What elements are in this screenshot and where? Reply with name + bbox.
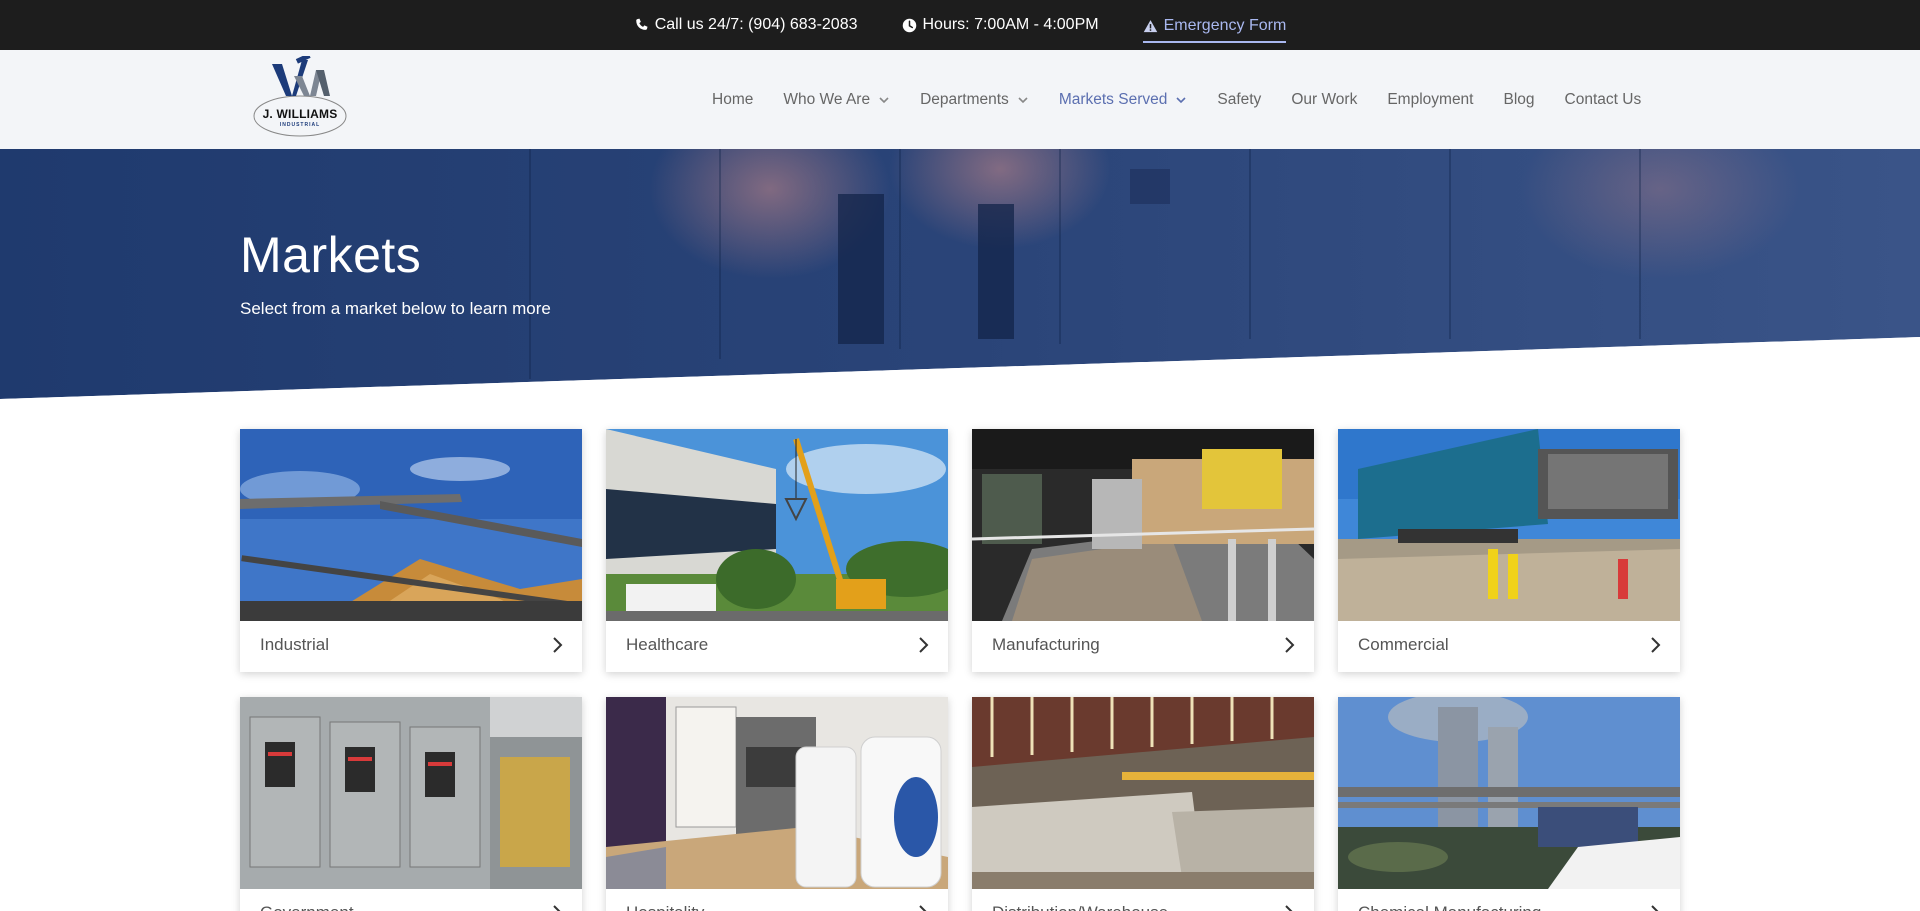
hero-banner: Markets Select from a market below to le… xyxy=(0,149,1920,399)
nav-item-blog[interactable]: Blog xyxy=(1504,91,1535,109)
nav-item-markets-served[interactable]: Markets Served xyxy=(1059,91,1188,109)
chevron-right-icon xyxy=(1285,637,1295,653)
nav-item-label: Departments xyxy=(920,90,1009,108)
nav-item-home[interactable]: Home xyxy=(712,91,753,109)
nav-item-contact-us[interactable]: Contact Us xyxy=(1565,91,1642,109)
nav-item-label: Employment xyxy=(1387,90,1474,108)
clock-icon xyxy=(902,18,916,32)
warning-icon xyxy=(1143,19,1157,32)
chevron-right-icon xyxy=(919,905,927,911)
chevron-right-icon xyxy=(553,905,561,911)
page-title: Markets xyxy=(240,227,422,283)
market-card-industrial[interactable]: Industrial xyxy=(240,429,582,672)
market-label: Manufacturing xyxy=(992,635,1100,654)
chevron-down-icon xyxy=(879,96,889,103)
top-bar: Call us 24/7: (904) 683-2083 Hours: 7:00… xyxy=(0,0,1920,50)
hours-label: Hours: 7:00AM - 4:00PM xyxy=(922,16,1099,33)
market-image xyxy=(606,697,948,889)
market-card-chemical-manufacturing[interactable]: Chemical Manufacturing xyxy=(1338,697,1680,911)
market-image xyxy=(240,697,582,889)
market-label: Distribution/Warehouse xyxy=(992,903,1168,911)
market-card-distribution-warehouse[interactable]: Distribution/Warehouse xyxy=(972,697,1314,911)
phone-icon xyxy=(635,18,648,30)
market-label: Commercial xyxy=(1358,635,1449,654)
nav-item-our-work[interactable]: Our Work xyxy=(1291,91,1357,109)
chevron-right-icon xyxy=(553,637,563,653)
company-logo[interactable]: J. WILLIAMS INDUSTRIAL xyxy=(252,53,348,138)
chevron-right-icon xyxy=(919,637,929,653)
market-label: Healthcare xyxy=(626,635,709,654)
market-image xyxy=(972,697,1314,889)
market-label: Government xyxy=(260,903,354,911)
market-label: Hospitality xyxy=(626,903,704,911)
main-nav: Home Who We Are Departments Markets Serv… xyxy=(712,50,1641,149)
market-image xyxy=(972,429,1314,621)
nav-item-label: Our Work xyxy=(1291,90,1358,108)
market-card-government[interactable]: Government xyxy=(240,697,582,911)
nav-item-safety[interactable]: Safety xyxy=(1217,91,1261,109)
emergency-form-link[interactable]: Emergency Form xyxy=(1142,11,1287,43)
nav-item-label: Safety xyxy=(1217,90,1262,108)
nav-item-departments[interactable]: Departments xyxy=(920,91,1029,109)
market-label: Industrial xyxy=(260,635,329,654)
hours-info: Hours: 7:00AM - 4:00PM xyxy=(902,16,1099,34)
page-subtitle: Select from a market below to learn more xyxy=(240,299,551,318)
logo-text: J. WILLIAMS xyxy=(262,107,338,121)
market-card-hospitality[interactable]: Hospitality xyxy=(606,697,948,911)
phone-link[interactable]: Call us 24/7: (904) 683-2083 xyxy=(634,16,858,34)
market-image xyxy=(240,429,582,621)
site-header: J. WILLIAMS INDUSTRIAL Home Who We Are D… xyxy=(0,50,1920,149)
nav-item-label: Blog xyxy=(1503,90,1535,108)
market-card-manufacturing[interactable]: Manufacturing xyxy=(972,429,1314,672)
chevron-down-icon xyxy=(1176,96,1186,103)
nav-item-label: Home xyxy=(712,90,754,108)
market-image xyxy=(1338,697,1680,889)
market-card-healthcare[interactable]: Healthcare xyxy=(606,429,948,672)
chevron-down-icon xyxy=(1018,96,1028,103)
market-image xyxy=(1338,429,1680,621)
logo-subtext: INDUSTRIAL xyxy=(279,122,321,128)
nav-item-label: Who We Are xyxy=(783,90,871,108)
market-card-commercial[interactable]: Commercial xyxy=(1338,429,1680,672)
nav-item-employment[interactable]: Employment xyxy=(1387,91,1473,109)
emergency-form-label: Emergency Form xyxy=(1163,17,1287,34)
phone-label: Call us 24/7: (904) 683-2083 xyxy=(654,16,858,33)
market-label: Chemical Manufacturing xyxy=(1358,903,1541,911)
nav-item-label: Markets Served xyxy=(1058,90,1168,108)
chevron-right-icon xyxy=(1651,905,1659,911)
nav-item-label: Contact Us xyxy=(1564,90,1642,108)
chevron-right-icon xyxy=(1651,637,1661,653)
market-image xyxy=(606,429,948,621)
nav-item-who-we-are[interactable]: Who We Are xyxy=(783,91,890,109)
chevron-right-icon xyxy=(1285,905,1293,911)
